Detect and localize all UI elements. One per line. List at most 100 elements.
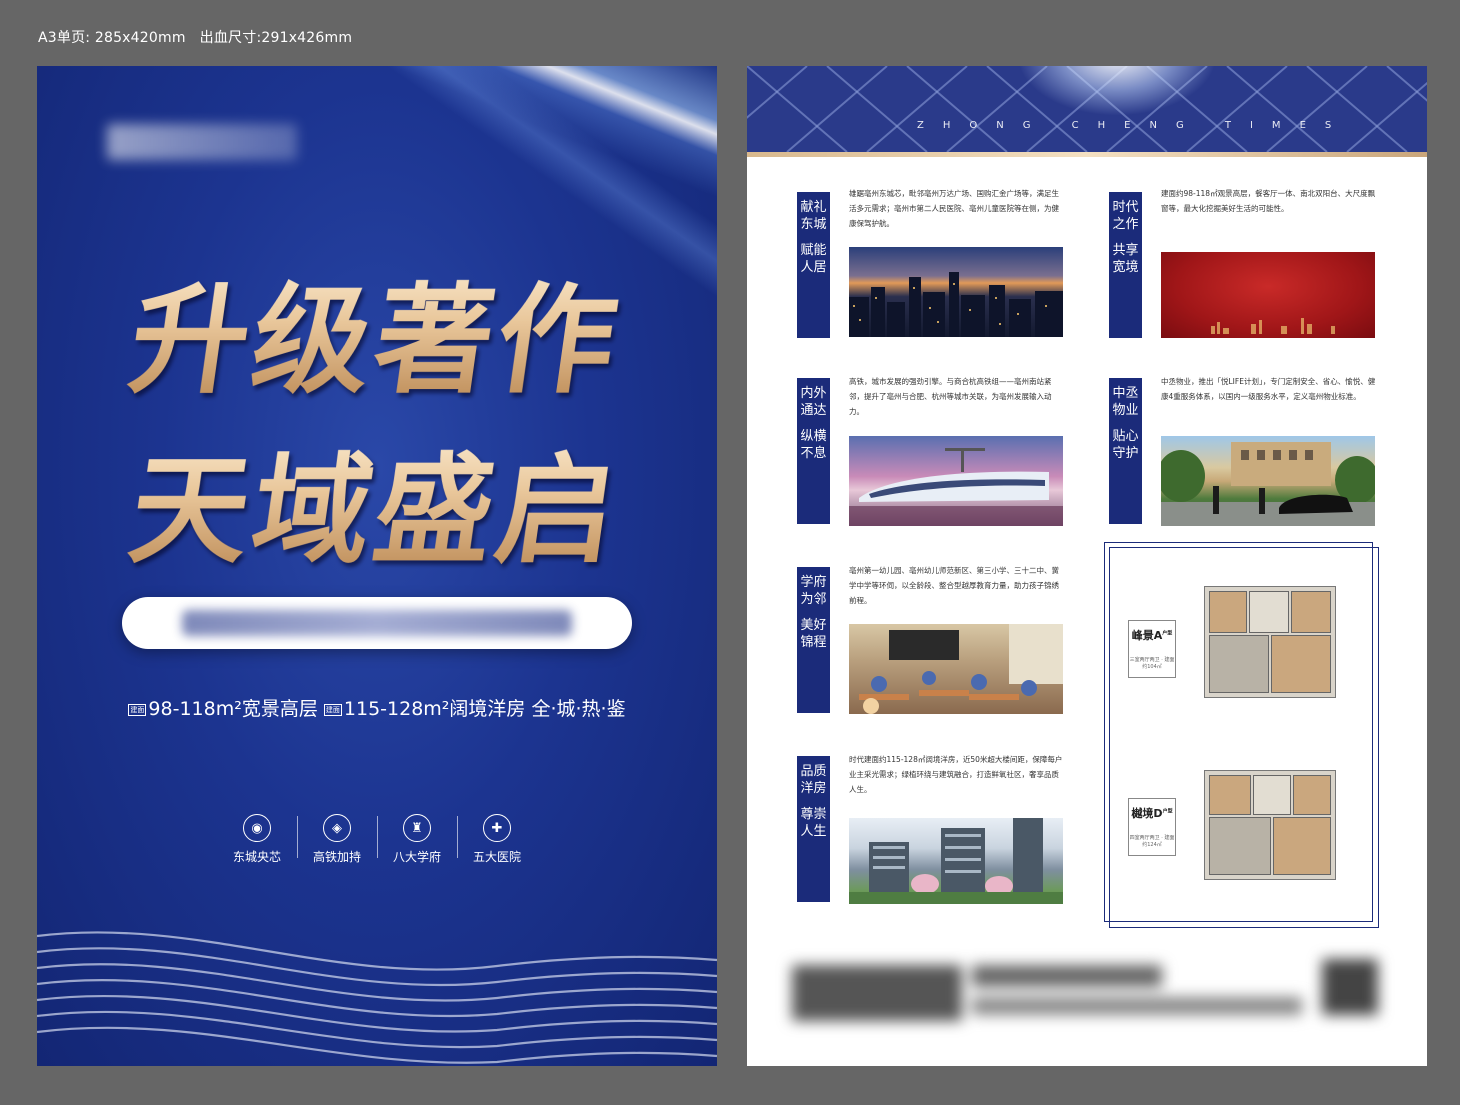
section-title-b: 美好锦程 (800, 618, 827, 650)
tower-scene (849, 818, 1063, 904)
rail-icon: ◈ (323, 814, 351, 842)
room (1209, 817, 1271, 875)
gold-divider (747, 152, 1427, 157)
city-night-photo (849, 247, 1063, 337)
section-title-4: 中丞物业 贴心守护 (1109, 378, 1142, 524)
plan-name: 峰景A (1131, 629, 1163, 642)
plan-name: 樾境D (1131, 807, 1163, 820)
section-desc-1: 雄踞亳州东城芯，毗邻亳州万达广场、国购汇金广场等，满足生活多元需求；亳州市第二人… (849, 189, 1059, 228)
room (1291, 591, 1331, 633)
blurred-phone (972, 965, 1162, 987)
bleed-size-text: 出血尺寸:291x426mm (199, 30, 353, 46)
plan-sup: 户型 (1162, 808, 1173, 815)
room (1209, 635, 1269, 693)
silver-waves (37, 931, 717, 1064)
city-skyline (849, 272, 1063, 337)
headline-line-2: 天域盛启 (37, 414, 717, 585)
bullet-train-photo (849, 436, 1063, 526)
feature-label: 东城央芯 (232, 850, 281, 864)
villa-scene (1161, 442, 1375, 526)
section-desc-4: 中丞物业，推出「悦LIFE计划」，专门定制安全、省心、愉悦、健康4重服务体系，以… (1161, 377, 1376, 401)
section-title-3: 内外通达 纵横不息 (797, 378, 830, 524)
blurred-logo (792, 965, 962, 1021)
school-icon: ♜ (403, 814, 431, 842)
room (1209, 775, 1251, 815)
classroom-photo (849, 624, 1063, 714)
room (1253, 775, 1291, 815)
train-shape (849, 448, 1063, 526)
section-title-b: 赋能人居 (800, 243, 827, 275)
floor-plan-d (1204, 770, 1336, 880)
title-gap (797, 797, 830, 807)
plan-note: 四室两厅两卫 · 建面约124㎡ (1129, 835, 1175, 848)
feature-label: 五大医院 (472, 850, 521, 864)
page-size-text: A3单页: 285x420mm (38, 30, 186, 46)
product-tagline: 建面 98-118m²宽景高层 建面 115-128m²阔境洋房 全·城·热·鉴 (37, 694, 717, 721)
room (1271, 635, 1331, 693)
section-desc-3: 高铁，城市发展的强劲引擎。与商合杭高铁组——亳州南站紧邻，提升了亳州与合肥、杭州… (849, 377, 1052, 416)
feature-hospital: ✚ 五大医院 (457, 812, 537, 872)
section-title-a: 学府为邻 (800, 575, 827, 607)
blurred-address (972, 997, 1302, 1015)
glass-building-banner: ZHONG CHENG TIMES (747, 66, 1427, 152)
red-skyline-photo (1161, 252, 1375, 338)
section-desc-2: 建面约98-118㎡观景高层，餐客厅一体、南北双阳台、大尺度飘窗等，最大化挖掘美… (1161, 189, 1376, 213)
section-title-a: 品质洋房 (800, 764, 827, 796)
plan-label-d: 樾境D户型 四室两厅两卫 · 建面约124㎡ (1128, 798, 1176, 856)
section-title-a: 时代之作 (1112, 200, 1139, 232)
section-title-a: 内外通达 (800, 386, 827, 418)
title-gap (1109, 419, 1142, 429)
section-title-a: 中丞物业 (1112, 386, 1139, 418)
section-desc-6: 时代建面约115-128㎡阔境洋房，近50米超大楼间距，保障每户业主采光需求；绿… (849, 755, 1063, 794)
classroom-scene (859, 624, 1063, 714)
headline-line-1: 升级著作 (37, 244, 717, 415)
tagline-part-2: 115-128m²阔境洋房 (343, 698, 526, 720)
residential-towers-photo (849, 818, 1063, 904)
badge-icon: 建面 (128, 703, 147, 716)
location-icon: ◉ (243, 814, 271, 842)
badge-icon: 建面 (323, 703, 342, 716)
section-title-b: 尊崇人生 (800, 807, 827, 839)
section-title-a: 献礼东城 (800, 200, 827, 232)
floor-plan-a (1204, 586, 1336, 698)
tagline-part-1: 98-118m²宽景高层 (148, 698, 318, 720)
room (1273, 817, 1331, 875)
feature-school: ♜ 八大学府 (377, 812, 457, 872)
section-title-1: 献礼东城 赋能人居 (797, 192, 830, 338)
section-title-b: 贴心守护 (1112, 429, 1139, 461)
section-title-2: 时代之作 共享宽境 (1109, 192, 1142, 338)
title-gap (797, 233, 830, 243)
flyer-front: 升级著作 天域盛启 建面 98-118m²宽景高层 建面 115-128m²阔境洋房… (37, 66, 717, 1066)
section-desc-5: 亳州第一幼儿园、亳州幼儿师范新区、第三小学、三十二中、黉学中学等环伺，以全龄段、… (849, 566, 1059, 605)
room (1209, 591, 1247, 633)
plan-sup: 户型 (1162, 630, 1173, 637)
blurred-contact-footer (792, 959, 1382, 1029)
print-spec: A3单页: 285x420mm 出血尺寸:291x426mm (38, 27, 366, 47)
flyer-back: ZHONG CHENG TIMES 献礼东城 赋能人居 雄踞亳州东城芯，毗邻亳州… (747, 66, 1427, 1066)
plan-note: 三室两厅两卫 · 建面约104㎡ (1129, 657, 1175, 670)
gold-skyline (1211, 318, 1335, 334)
room (1249, 591, 1289, 633)
section-title-b: 共享宽境 (1112, 243, 1139, 275)
room (1293, 775, 1331, 815)
section-title-5: 学府为邻 美好锦程 (797, 567, 830, 713)
floor-plan-panel: 峰景A户型 三室两厅两卫 · 建面约104㎡ 樾境D户型 四室两厅两卫 · 建面… (1104, 542, 1379, 928)
banner-subtitle: ZHONG CHENG TIMES (917, 120, 1351, 131)
feature-location: ◉ 东城央芯 (217, 812, 297, 872)
hospital-icon: ✚ (483, 814, 511, 842)
property-service-photo (1161, 436, 1375, 526)
blurred-slogan (182, 610, 572, 636)
title-gap (1109, 233, 1142, 243)
feature-label: 八大学府 (392, 850, 441, 864)
blurred-qr-code (1322, 959, 1378, 1015)
plan-label-a: 峰景A户型 三室两厅两卫 · 建面约104㎡ (1128, 620, 1176, 678)
feature-icons: ◉ 东城央芯 ◈ 高铁加持 ♜ 八大学府 ✚ 五大医院 (217, 812, 537, 872)
section-title-6: 品质洋房 尊崇人生 (797, 756, 830, 902)
title-gap (797, 419, 830, 429)
tagline-part-3: 全·城·热·鉴 (531, 698, 626, 720)
feature-label: 高铁加持 (312, 850, 361, 864)
title-gap (797, 608, 830, 618)
section-title-b: 纵横不息 (800, 429, 827, 461)
blurred-logo (107, 124, 297, 160)
slogan-pill (122, 597, 632, 649)
